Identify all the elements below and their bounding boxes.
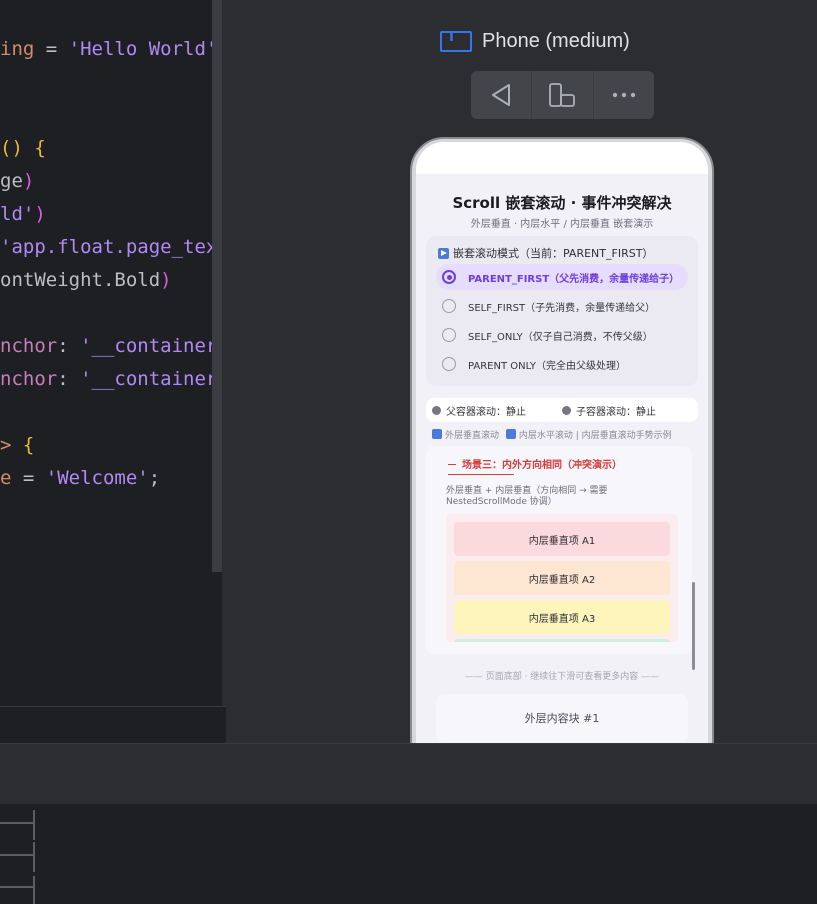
code-line[interactable]: > { bbox=[0, 433, 34, 457]
code-token: = bbox=[11, 467, 46, 489]
mode-option-label: PARENT ONLY（完全由父级处理） bbox=[468, 360, 626, 372]
tree-guide bbox=[33, 876, 35, 904]
scene-title-underline bbox=[448, 474, 514, 475]
page-footer-text: —— 页面底部 · 继续往下滑可查看更多内容 —— bbox=[464, 672, 660, 682]
code-token: '__container bbox=[80, 335, 212, 357]
horizontal-scroll-icon bbox=[505, 429, 516, 439]
app-header: Scroll 嵌套滚动 · 事件冲突解决 外层垂直 · 内层水平 / 内层垂直 … bbox=[416, 174, 708, 234]
hint-vertical: 外层垂直滚动 bbox=[445, 431, 500, 441]
code-line[interactable]: 'app.float.page_tex bbox=[0, 235, 212, 259]
list-item[interactable]: 内层垂直项 A3 bbox=[454, 600, 670, 634]
vertical-scroll-icon bbox=[432, 429, 442, 439]
code-token: 'Hello World' bbox=[68, 38, 212, 60]
play-icon bbox=[438, 247, 449, 259]
hint-horizontal: 内层水平滚动 bbox=[518, 431, 573, 441]
tree-guide bbox=[0, 822, 33, 824]
scene-description: 外层垂直 + 内层垂直（方向相同 → 需要 NestedScrollMode 协… bbox=[446, 486, 608, 507]
phone-screen[interactable]: Scroll 嵌套滚动 · 事件冲突解决 外层垂直 · 内层水平 / 内层垂直 … bbox=[416, 142, 708, 743]
mode-option-label: SELF_FIRST（子先消费，余量传递给父） bbox=[468, 302, 656, 314]
code-token: ld' bbox=[0, 203, 35, 225]
preview-device-title: Phone (medium) bbox=[482, 30, 630, 52]
device-rotate-icon bbox=[549, 83, 576, 107]
mode-option-parent-first[interactable]: PARENT_FIRST（父先消费，余量传递给子） bbox=[436, 264, 688, 290]
radio-icon bbox=[442, 299, 456, 313]
tree-guide bbox=[33, 842, 35, 872]
gesture-hint: 外层垂直滚动 内层水平滚动 | 内层垂直滚动手势示例 bbox=[432, 428, 672, 441]
code-token: = bbox=[34, 38, 69, 60]
code-token: 'app.float.page_tex bbox=[0, 236, 212, 258]
tree-guide bbox=[0, 886, 33, 888]
code-line[interactable]: () { bbox=[0, 136, 46, 160]
list-item[interactable]: 内层垂直项 A2 bbox=[454, 561, 670, 595]
code-line[interactable]: ld') bbox=[0, 202, 46, 226]
code-token: ge bbox=[0, 170, 23, 192]
inner-vertical-list[interactable]: 内层垂直项 A1 内层垂直项 A2 内层垂直项 A3 bbox=[446, 514, 678, 642]
code-token: nchor bbox=[0, 335, 58, 357]
outer-scrollbar[interactable] bbox=[692, 582, 695, 670]
list-item[interactable]: 内层垂直项 A1 bbox=[454, 522, 670, 556]
code-token: ; bbox=[148, 467, 161, 489]
rotate-device-button[interactable] bbox=[532, 71, 594, 119]
scroll-status-card: 父容器滚动：静止 子容器滚动：静止 bbox=[426, 398, 698, 422]
code-token: '__container bbox=[80, 368, 212, 390]
mode-option-label: PARENT_FIRST（父先消费，余量传递给子） bbox=[468, 273, 680, 285]
code-token: ) bbox=[160, 269, 172, 291]
bottom-toolbar bbox=[0, 743, 817, 804]
code-line[interactable]: nchor: '__container bbox=[0, 367, 212, 391]
tree-guide bbox=[0, 854, 33, 856]
code-line[interactable]: e = 'Welcome'; bbox=[0, 466, 160, 490]
code-line[interactable]: ing = 'Hello World' bbox=[0, 37, 212, 61]
more-button[interactable] bbox=[594, 71, 654, 119]
code-line[interactable]: ontWeight.Bold) bbox=[0, 268, 172, 292]
radio-icon bbox=[442, 357, 456, 371]
tree-guide bbox=[33, 810, 35, 840]
code-token: { bbox=[34, 137, 46, 159]
code-token: () bbox=[0, 137, 35, 159]
mode-option-parent-only[interactable]: PARENT ONLY（完全由父级处理） bbox=[436, 351, 688, 377]
code-token: > bbox=[0, 434, 23, 456]
code-token: nchor bbox=[0, 368, 58, 390]
code-token: e bbox=[0, 467, 12, 489]
code-token: ) bbox=[34, 203, 46, 225]
scene-title: 场景三：内外方向相同（冲突演示） bbox=[462, 460, 622, 471]
mode-label: 嵌套滚动模式（当前：PARENT_FIRST） bbox=[438, 245, 653, 261]
code-line[interactable]: nchor: '__container bbox=[0, 334, 212, 358]
more-icon bbox=[612, 92, 636, 98]
editor-status-strip bbox=[0, 706, 226, 745]
page-subtitle: 外层垂直 · 内层水平 / 内层垂直 嵌套演示 bbox=[470, 219, 654, 230]
list-item[interactable] bbox=[454, 639, 670, 642]
mode-label-text: 嵌套滚动模式（当前：PARENT_FIRST） bbox=[453, 247, 654, 260]
parent-status-dot bbox=[432, 406, 441, 415]
code-token: { bbox=[22, 434, 35, 456]
device-text-icon: T bbox=[440, 30, 472, 52]
hint-rest: | 内层垂直滚动手势示例 bbox=[575, 431, 672, 441]
preview-toolbar bbox=[471, 71, 654, 119]
parent-scroll-status: 父容器滚动：静止 bbox=[446, 407, 526, 418]
code-token: ) bbox=[22, 170, 35, 192]
scene-title-line bbox=[448, 464, 456, 465]
child-status-dot bbox=[562, 406, 571, 415]
back-icon bbox=[492, 84, 511, 106]
radio-selected-icon bbox=[442, 270, 456, 284]
editor-scrollbar[interactable] bbox=[212, 0, 222, 572]
code-line[interactable]: ge) bbox=[0, 169, 34, 193]
radio-icon bbox=[442, 328, 456, 342]
bottom-panel bbox=[0, 804, 817, 904]
mode-option-self-only[interactable]: SELF_ONLY（仅子自己消费，不传父级） bbox=[436, 322, 688, 348]
back-button[interactable] bbox=[471, 71, 533, 119]
mode-option-self-first[interactable]: SELF_FIRST（子先消费，余量传递给父） bbox=[436, 293, 688, 319]
scene-card: 场景三：内外方向相同（冲突演示） 外层垂直 + 内层垂直（方向相同 → 需要 N… bbox=[426, 446, 692, 654]
code-token: : bbox=[57, 335, 81, 357]
status-bar bbox=[416, 142, 708, 174]
code-token: : bbox=[57, 368, 81, 390]
mode-option-label: SELF_ONLY（仅子自己消费，不传父级） bbox=[468, 331, 653, 343]
mode-selector-card: 嵌套滚动模式（当前：PARENT_FIRST） PARENT_FIRST（父先消… bbox=[426, 236, 698, 386]
child-scroll-status: 子容器滚动：静止 bbox=[576, 407, 656, 418]
code-token: ing bbox=[0, 38, 35, 60]
page-title: Scroll 嵌套滚动 · 事件冲突解决 bbox=[452, 194, 672, 212]
outer-content-card[interactable]: 外层内容块 #1 bbox=[436, 694, 688, 742]
code-token: 'Welcome' bbox=[45, 467, 149, 489]
code-token: ontWeight.Bold bbox=[0, 269, 161, 291]
code-editor[interactable]: ing = 'Hello World'() {ge) ld')'app.float… bbox=[0, 0, 212, 706]
